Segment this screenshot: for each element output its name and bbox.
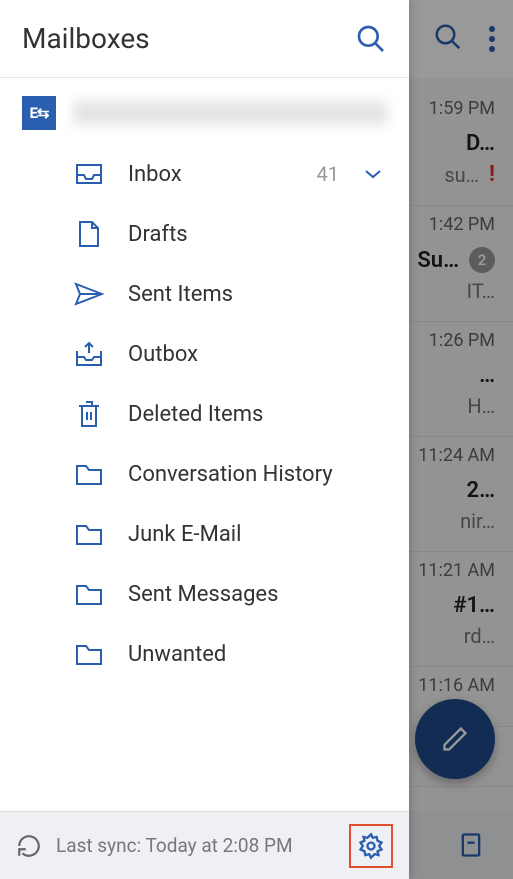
folder-label: Drafts	[128, 222, 387, 247]
folder-label: Inbox	[128, 162, 303, 187]
folder-icon	[74, 522, 104, 546]
trash-icon	[74, 400, 104, 428]
drawer-footer: Last sync: Today at 2:08 PM	[0, 811, 409, 879]
folder-count: 41	[317, 162, 339, 186]
refresh-button[interactable]	[16, 833, 42, 859]
folder-sent-items[interactable]: Sent Items	[0, 264, 409, 324]
folder-label: Junk E-Mail	[128, 522, 387, 547]
gear-icon	[357, 832, 385, 860]
folder-label: Conversation History	[128, 462, 387, 487]
mailboxes-drawer: Mailboxes E⇆ Inbox 41 Drafts	[0, 0, 409, 879]
exchange-icon: E⇆	[22, 96, 56, 130]
folder-outbox[interactable]: Outbox	[0, 324, 409, 384]
chevron-down-icon[interactable]	[363, 165, 387, 184]
search-button[interactable]	[355, 23, 387, 55]
folder-junk-email[interactable]: Junk E-Mail	[0, 504, 409, 564]
folder-label: Unwanted	[128, 642, 387, 667]
folder-list: Inbox 41 Drafts Sent Items Outbox	[0, 138, 409, 811]
folder-sent-messages[interactable]: Sent Messages	[0, 564, 409, 624]
file-icon	[74, 220, 104, 248]
account-email	[74, 101, 387, 125]
search-icon	[355, 23, 387, 55]
folder-conversation-history[interactable]: Conversation History	[0, 444, 409, 504]
folder-drafts[interactable]: Drafts	[0, 204, 409, 264]
sync-status: Last sync: Today at 2:08 PM	[56, 834, 335, 857]
settings-button[interactable]	[349, 824, 393, 868]
folder-unwanted[interactable]: Unwanted	[0, 624, 409, 684]
send-icon	[74, 282, 104, 306]
folder-label: Sent Items	[128, 282, 387, 307]
drawer-header: Mailboxes	[0, 0, 409, 78]
folder-icon	[74, 582, 104, 606]
folder-icon	[74, 642, 104, 666]
folder-label: Outbox	[128, 342, 387, 367]
folder-label: Sent Messages	[128, 582, 387, 607]
outbox-icon	[74, 341, 104, 367]
account-row[interactable]: E⇆	[0, 78, 409, 138]
drawer-title: Mailboxes	[22, 22, 150, 55]
folder-icon	[74, 462, 104, 486]
folder-deleted-items[interactable]: Deleted Items	[0, 384, 409, 444]
inbox-icon	[74, 163, 104, 185]
folder-inbox[interactable]: Inbox 41	[0, 144, 409, 204]
refresh-icon	[16, 833, 42, 859]
folder-label: Deleted Items	[128, 402, 387, 427]
